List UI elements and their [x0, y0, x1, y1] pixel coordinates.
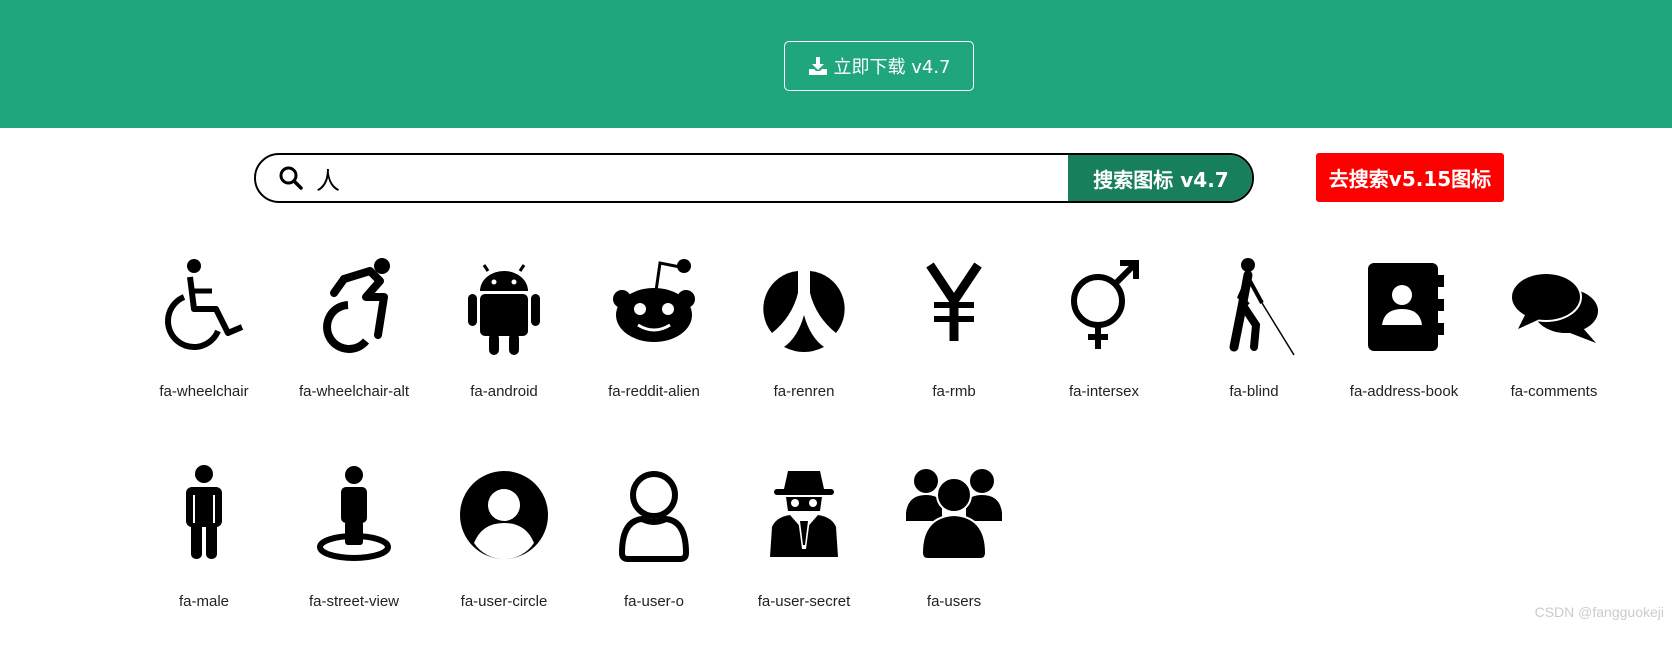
- rmb-icon: [904, 257, 1004, 357]
- icon-label: fa-comments: [1510, 383, 1598, 400]
- icon-item[interactable]: fa-user-secret: [729, 465, 879, 650]
- icon-label: fa-user-secret: [757, 593, 851, 610]
- icon-label: fa-user-circle: [460, 593, 548, 610]
- icon-item[interactable]: fa-male: [129, 465, 279, 650]
- icon-label: fa-intersex: [1068, 383, 1140, 400]
- icon-label: fa-android: [470, 383, 538, 400]
- icon-item[interactable]: fa-user-o: [579, 465, 729, 650]
- street-view-icon: [304, 465, 404, 565]
- icon-item[interactable]: fa-users: [879, 465, 1029, 650]
- header-bar: 立即下载 v4.7: [0, 0, 1672, 128]
- icon-item[interactable]: fa-user-circle: [429, 465, 579, 650]
- icon-label: fa-street-view: [308, 593, 400, 610]
- male-icon: [154, 465, 254, 565]
- search-v515-button[interactable]: 去搜索v5.15图标: [1316, 153, 1504, 202]
- icon-item[interactable]: fa-renren: [729, 257, 879, 442]
- download-button[interactable]: 立即下载 v4.7: [784, 41, 974, 91]
- icon-item[interactable]: fa-comments: [1479, 257, 1629, 442]
- intersex-icon: [1054, 257, 1154, 357]
- search-icon: [256, 155, 308, 201]
- reddit-alien-icon: [604, 257, 704, 357]
- icon-item[interactable]: fa-reddit-alien: [579, 257, 729, 442]
- android-icon: [454, 257, 554, 357]
- watermark: CSDN @fangguokeji: [1534, 604, 1664, 620]
- users-icon: [904, 465, 1004, 565]
- icon-label: fa-renren: [773, 383, 835, 400]
- icon-item[interactable]: fa-blind: [1179, 257, 1329, 442]
- user-circle-icon: [454, 465, 554, 565]
- icon-item[interactable]: fa-intersex: [1029, 257, 1179, 442]
- icon-label: fa-address-book: [1349, 383, 1459, 400]
- icon-label: fa-blind: [1229, 383, 1279, 400]
- icon-label: fa-rmb: [932, 383, 976, 400]
- wheelchair-alt-icon: [304, 257, 404, 357]
- renren-icon: [754, 257, 854, 357]
- icon-label: fa-reddit-alien: [608, 383, 700, 400]
- icon-item[interactable]: fa-wheelchair-alt: [279, 257, 429, 442]
- icon-label: fa-male: [178, 593, 230, 610]
- icon-label: fa-users: [926, 593, 982, 610]
- user-o-icon: [604, 465, 704, 565]
- download-icon: [808, 57, 827, 75]
- icon-label: fa-user-o: [623, 593, 685, 610]
- comments-icon: [1504, 257, 1604, 357]
- user-secret-icon: [754, 465, 854, 565]
- icon-item[interactable]: fa-android: [429, 257, 579, 442]
- icon-label: fa-wheelchair: [159, 383, 249, 400]
- search-button[interactable]: 搜索图标 v4.7: [1068, 155, 1252, 201]
- search-input[interactable]: [308, 155, 1068, 201]
- search-bar: 搜索图标 v4.7: [254, 153, 1254, 203]
- address-book-icon: [1354, 257, 1454, 357]
- icon-item[interactable]: fa-street-view: [279, 465, 429, 650]
- icon-item[interactable]: fa-address-book: [1329, 257, 1479, 442]
- icon-label: fa-wheelchair-alt: [298, 383, 410, 400]
- icon-item[interactable]: fa-wheelchair: [129, 257, 279, 442]
- blind-icon: [1204, 257, 1304, 357]
- download-label: 立即下载 v4.7: [833, 57, 951, 78]
- icon-item[interactable]: fa-rmb: [879, 257, 1029, 442]
- wheelchair-icon: [154, 257, 254, 357]
